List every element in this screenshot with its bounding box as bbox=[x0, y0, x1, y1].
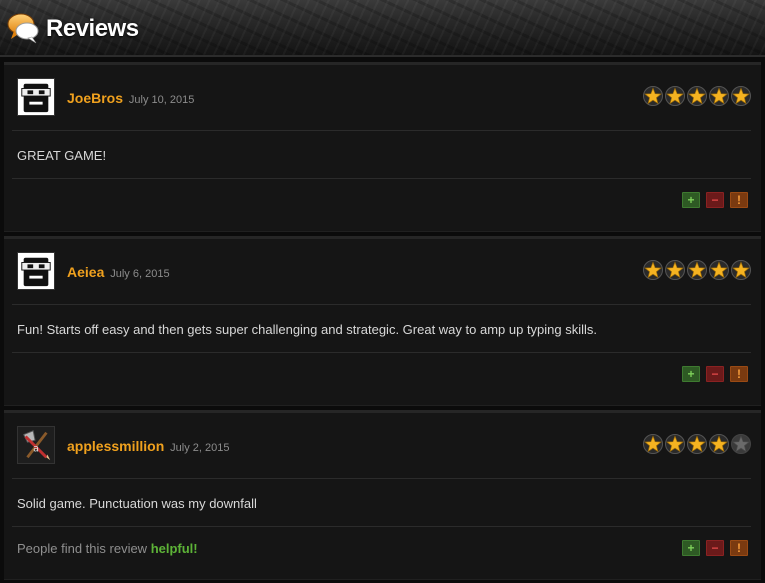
star-rating bbox=[643, 434, 751, 454]
review-text: GREAT GAME! bbox=[17, 148, 107, 163]
review-footer: People find this review helpful! + − ! bbox=[12, 527, 751, 570]
star-empty-icon bbox=[731, 434, 751, 454]
upvote-button[interactable]: + bbox=[682, 366, 700, 382]
review-date: July 2, 2015 bbox=[170, 442, 230, 454]
helpful-note: People find this review helpful! bbox=[17, 541, 198, 556]
downvote-button[interactable]: − bbox=[706, 192, 724, 208]
page-title: Reviews bbox=[46, 15, 139, 42]
star-filled-icon bbox=[665, 260, 685, 280]
star-filled-icon bbox=[687, 86, 707, 106]
review-footer: + − ! bbox=[12, 353, 751, 396]
star-filled-icon bbox=[687, 434, 707, 454]
axe-and-pencil-avatar[interactable]: a bbox=[17, 426, 55, 464]
helpful-label: helpful! bbox=[150, 541, 198, 556]
review-username[interactable]: applessmillion July 2, 2015 bbox=[67, 438, 229, 454]
star-filled-icon bbox=[665, 434, 685, 454]
vote-buttons: + − ! bbox=[682, 540, 748, 556]
minus-icon: − bbox=[711, 367, 719, 381]
plus-icon: + bbox=[687, 367, 695, 381]
downvote-button[interactable]: − bbox=[706, 366, 724, 382]
star-filled-icon bbox=[665, 86, 685, 106]
review-username[interactable]: Aeiea July 6, 2015 bbox=[67, 264, 170, 280]
review-header: JoeBros July 10, 2015 bbox=[12, 65, 751, 131]
review-text: Solid game. Punctuation was my downfall bbox=[17, 496, 257, 511]
star-filled-icon bbox=[643, 260, 663, 280]
review-username[interactable]: JoeBros July 10, 2015 bbox=[67, 90, 194, 106]
exclamation-icon: ! bbox=[737, 367, 741, 381]
review-card: Aeiea July 6, 2015 Fun! Starts off easy … bbox=[4, 236, 761, 406]
masked-face-avatar[interactable] bbox=[17, 78, 55, 116]
review-card: JoeBros July 10, 2015 GREAT GAME! + − ! bbox=[4, 62, 761, 232]
vote-buttons: + − ! bbox=[682, 366, 748, 382]
report-button[interactable]: ! bbox=[730, 366, 748, 382]
star-filled-icon bbox=[709, 260, 729, 280]
minus-icon: − bbox=[711, 541, 719, 555]
plus-icon: + bbox=[687, 541, 695, 555]
star-rating bbox=[643, 260, 751, 280]
star-filled-icon bbox=[643, 86, 663, 106]
downvote-button[interactable]: − bbox=[706, 540, 724, 556]
review-card: a applessmillion July 2, 2015 Solid game… bbox=[4, 410, 761, 580]
review-date: July 10, 2015 bbox=[128, 94, 195, 106]
minus-icon: − bbox=[711, 193, 719, 207]
star-filled-icon bbox=[709, 86, 729, 106]
star-filled-icon bbox=[709, 434, 729, 454]
star-filled-icon bbox=[731, 260, 751, 280]
star-rating bbox=[643, 86, 751, 106]
upvote-button[interactable]: + bbox=[682, 192, 700, 208]
star-filled-icon bbox=[643, 434, 663, 454]
report-button[interactable]: ! bbox=[730, 192, 748, 208]
plus-icon: + bbox=[687, 193, 695, 207]
reviews-header: Reviews bbox=[0, 0, 765, 57]
review-text: Fun! Starts off easy and then gets super… bbox=[17, 322, 598, 337]
speech-bubble-icon bbox=[7, 13, 39, 44]
review-date: July 6, 2015 bbox=[110, 268, 170, 280]
star-filled-icon bbox=[687, 260, 707, 280]
report-button[interactable]: ! bbox=[730, 540, 748, 556]
star-filled-icon bbox=[731, 86, 751, 106]
upvote-button[interactable]: + bbox=[682, 540, 700, 556]
vote-buttons: + − ! bbox=[682, 192, 748, 208]
review-footer: + − ! bbox=[12, 179, 751, 222]
masked-face-avatar[interactable] bbox=[17, 252, 55, 290]
svg-text:a: a bbox=[33, 444, 39, 455]
review-header: Aeiea July 6, 2015 bbox=[12, 239, 751, 305]
exclamation-icon: ! bbox=[737, 541, 741, 555]
review-header: a applessmillion July 2, 2015 bbox=[12, 413, 751, 479]
exclamation-icon: ! bbox=[737, 193, 741, 207]
